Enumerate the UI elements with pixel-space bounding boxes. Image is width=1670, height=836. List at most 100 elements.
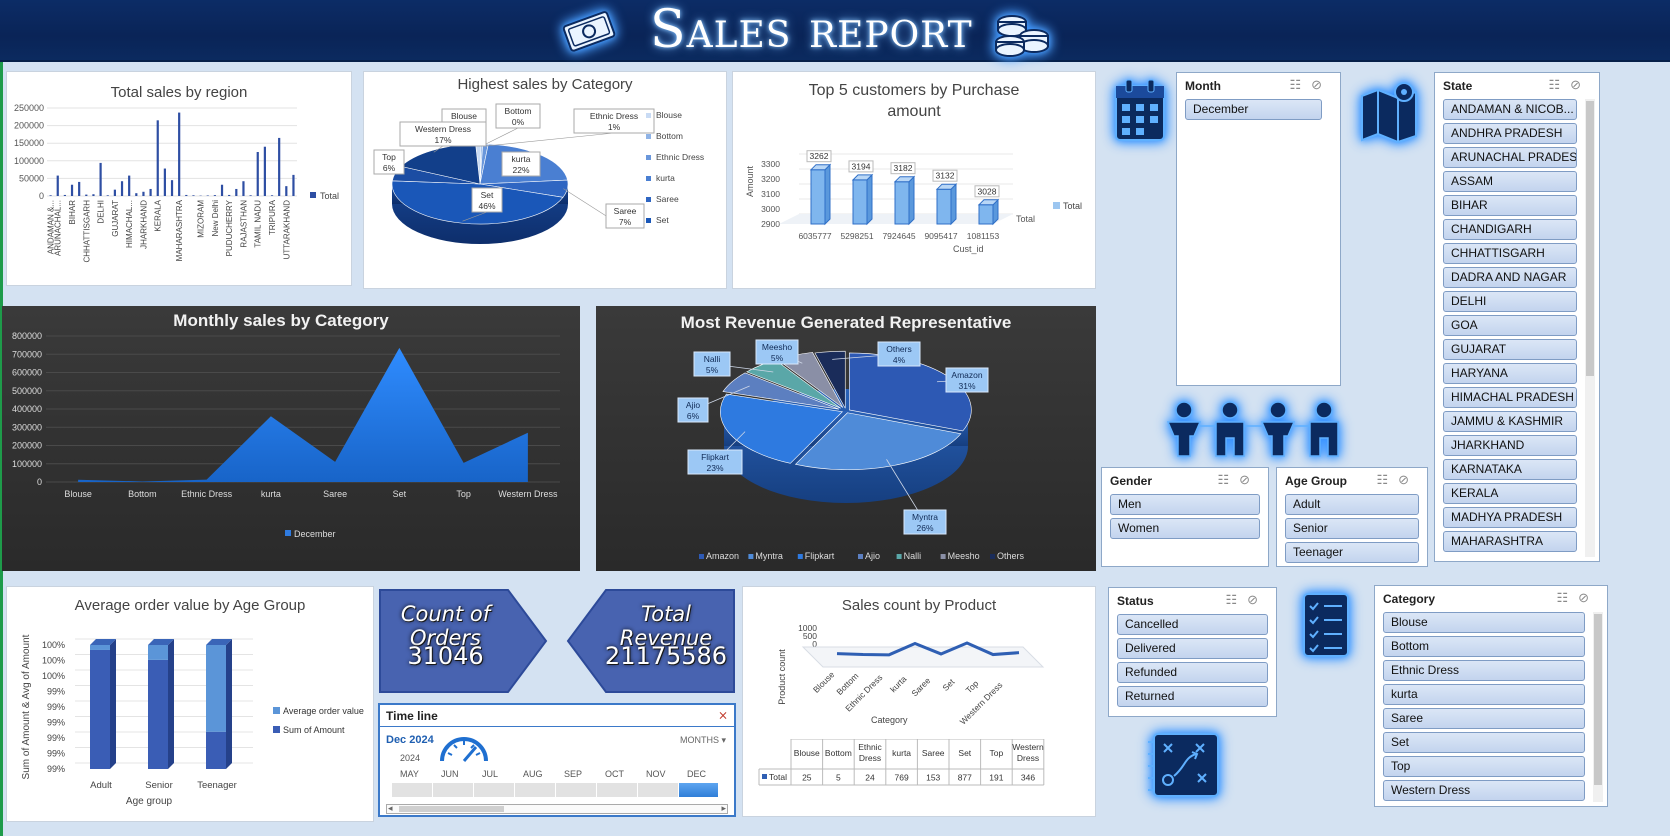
slicer-item-haryana[interactable]: HARYANA [1443,363,1577,384]
slicer-item-andhra-pradesh[interactable]: ANDHRA PRADESH [1443,123,1577,144]
slicer-scrollbar[interactable] [1593,612,1603,802]
timeline-bars[interactable] [386,783,728,797]
slicer-items: ANDAMAN & NICOB... ANDHRA PRADESH ARUNACHA… [1443,99,1577,555]
slicer-item-december[interactable]: December [1185,99,1322,120]
slicer-item-karnataka[interactable]: KARNATAKA [1443,459,1577,480]
coins-icon [995,15,1049,57]
multi-select-icon[interactable]: ☷ [1548,77,1570,92]
scroll-thumb[interactable] [399,806,504,812]
revenue-kpi-card[interactable]: Total Revenue 21175586 [566,588,736,694]
timeline-scrollbar[interactable]: ◂ ▸ [386,803,728,814]
clear-filter-icon[interactable]: ⊘ [1247,592,1268,607]
slicer-item-kerala[interactable]: KERALA [1443,483,1577,504]
multi-select-icon[interactable]: ☷ [1376,472,1398,487]
gender-slicer[interactable]: Gender ☷⊘ Men Women [1101,467,1269,567]
category-slicer[interactable]: Category ☷⊘ Blouse Bottom Ethnic Dress kurt… [1374,585,1608,807]
slicer-item-saree[interactable]: Saree [1383,708,1585,729]
slicer-item-men[interactable]: Men [1110,494,1260,515]
timeline-month-jul[interactable] [474,783,515,797]
slicer-item-cancelled[interactable]: Cancelled [1117,614,1268,635]
region-sales-chart[interactable]: Total sales by region 250000 200000 150000… [6,71,352,286]
bar-7924645 [894,181,910,225]
timeline-slicer[interactable]: Time line ⨯ Dec 2024 2024 MONTHS ▾ MAY JU… [378,703,736,817]
scroll-thumb[interactable] [1594,614,1602,785]
x-tick-label: New Delhi [211,200,220,237]
data-label: Set 46% [478,190,495,211]
slicer-item-madhya-pradesh[interactable]: MADHYA PRADESH [1443,507,1577,528]
bar-sum-senior [148,659,168,769]
clear-filter-icon[interactable]: ⊘ [1578,590,1599,605]
slicer-item-delivered[interactable]: Delivered [1117,638,1268,659]
age-group-slicer[interactable]: Age Group ☷⊘ Adult Senior Teenager [1276,467,1428,567]
slicer-item-adult[interactable]: Adult [1285,494,1419,515]
slicer-item-dadra-and-nagar[interactable]: DADRA AND NAGAR [1443,267,1577,288]
slicer-item-maharashtra[interactable]: MAHARASHTRA [1443,531,1577,552]
slicer-item-bottom[interactable]: Bottom [1383,636,1585,657]
slicer-item-assam[interactable]: ASSAM [1443,171,1577,192]
clear-filter-icon[interactable]: ⊘ [1570,77,1591,92]
clear-filter-icon[interactable]: ⊘ [1398,472,1419,487]
representative-pie-chart[interactable]: Most Revenue Generated Representative Am… [596,306,1096,571]
timeline-month-aug[interactable] [515,783,556,797]
timeline-month-nov[interactable] [638,783,679,797]
timeline-month-dec[interactable] [679,783,719,797]
state-slicer[interactable]: State ☷⊘ ANDAMAN & NICOB... ANDHRA PRADES… [1434,72,1600,562]
clear-filter-icon[interactable]: ⊘ [1311,77,1332,92]
month-slicer[interactable]: Month ☷⊘ December [1176,72,1341,386]
bar-MEGHALAYA [192,195,195,196]
slicer-item-jharkhand[interactable]: JHARKHAND [1443,435,1577,456]
timeline-month-sep[interactable] [556,783,597,797]
x-tick-label: KERALA [154,199,163,231]
clear-filter-icon[interactable]: ⊘ [1239,472,1260,487]
slicer-item-kurta[interactable]: kurta [1383,684,1585,705]
table-header: Bottom [825,748,852,758]
slicer-item-refunded[interactable]: Refunded [1117,662,1268,683]
slicer-item-ethnic-dress[interactable]: Ethnic Dress [1383,660,1585,681]
slicer-item-himachal-pradesh[interactable]: HIMACHAL PRADESH [1443,387,1577,408]
multi-select-icon[interactable]: ☷ [1556,590,1578,605]
slicer-item-teenager[interactable]: Teenager [1285,542,1419,563]
slicer-item-western-dress[interactable]: Western Dress [1383,780,1585,801]
scroll-right-arrow[interactable]: ▸ [721,803,726,814]
slicer-item-returned[interactable]: Returned [1117,686,1268,707]
timeline-month-oct[interactable] [597,783,638,797]
timeline-month-jun[interactable] [433,783,474,797]
x-tick-label: Senior [145,780,172,791]
slicer-item-delhi[interactable]: DELHI [1443,291,1577,312]
multi-select-icon[interactable]: ☷ [1225,592,1247,607]
scroll-thumb[interactable] [1586,101,1594,376]
multi-select-icon[interactable]: ☷ [1289,77,1311,92]
category-pie-chart[interactable]: Highest sales by Category Blouse1%Bottom… [363,71,727,289]
product-count-chart[interactable]: Sales count by Product 1000 500 0 Blouse Bo… [742,586,1096,817]
slicer-item-goa[interactable]: GOA [1443,315,1577,336]
slicer-title: State [1443,79,1473,93]
legend-label: Nalli [904,551,922,561]
multi-select-icon[interactable]: ☷ [1217,472,1239,487]
timeline-level-dropdown[interactable]: MONTHS ▾ [680,735,726,746]
slicer-item-blouse[interactable]: Blouse [1383,612,1585,633]
slicer-item-women[interactable]: Women [1110,518,1260,539]
slicer-items: Cancelled Delivered Refunded Returned [1117,614,1268,710]
orders-kpi-card[interactable]: Count of Orders 31046 [378,588,548,694]
legend-swatch [699,554,704,559]
slicer-item-bihar[interactable]: BIHAR [1443,195,1577,216]
age-group-chart[interactable]: Average order value by Age Group 100% 100… [6,586,374,822]
slicer-item-top[interactable]: Top [1383,756,1585,777]
slicer-item-chhattisgarh[interactable]: CHHATTISGARH [1443,243,1577,264]
scroll-left-arrow[interactable]: ◂ [388,803,393,814]
legend-swatch [858,554,863,559]
slicer-scrollbar[interactable] [1585,99,1595,557]
slicer-item-arunachal-pradesh[interactable]: ARUNACHAL PRADESH [1443,147,1577,168]
clear-filter-icon[interactable]: ⨯ [718,708,728,722]
monthly-sales-chart[interactable]: Monthly sales by Category 800000 700000 60… [2,306,580,571]
slicer-item-andaman-nicob-[interactable]: ANDAMAN & NICOB... [1443,99,1577,120]
slicer-item-set[interactable]: Set [1383,732,1585,753]
slicer-item-senior[interactable]: Senior [1285,518,1419,539]
y-tick-label: 3000 [761,204,780,214]
status-slicer[interactable]: Status ☷⊘ Cancelled Delivered Refunded Retu… [1108,587,1277,717]
top-customers-chart[interactable]: Top 5 customers by Purchase amount 3300 3… [732,71,1096,289]
slicer-item-jammu-kashmir[interactable]: JAMMU & KASHMIR [1443,411,1577,432]
slicer-item-chandigarh[interactable]: CHANDIGARH [1443,219,1577,240]
timeline-month-may[interactable] [392,783,433,797]
slicer-item-gujarat[interactable]: GUJARAT [1443,339,1577,360]
